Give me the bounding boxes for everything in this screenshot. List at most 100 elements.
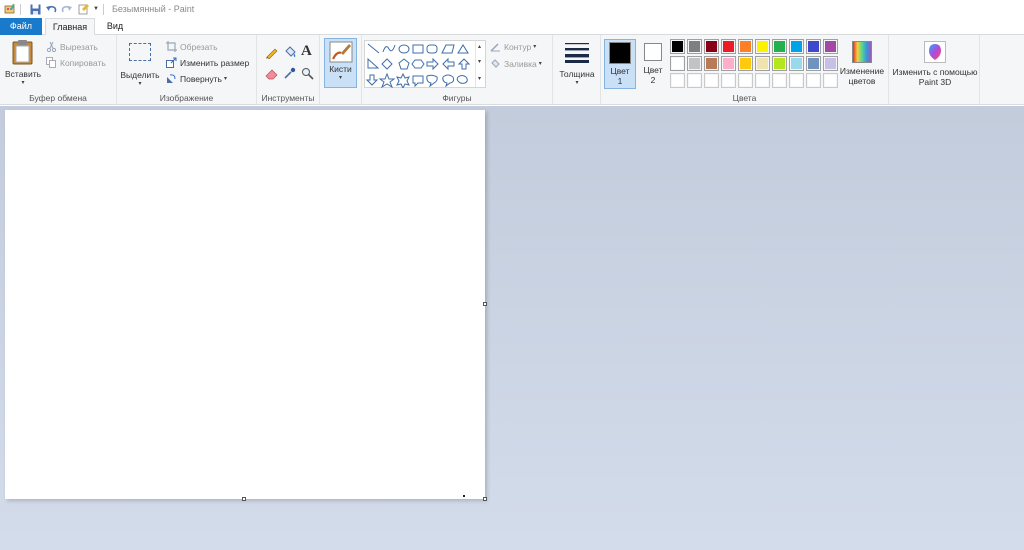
clipboard-group: Вставить ▾ Вырезать Копировать Буфер обм… [0, 35, 117, 105]
size-group: Толщина ▾ [553, 35, 601, 105]
palette-swatch[interactable] [738, 39, 753, 54]
fill-dropdown-icon[interactable]: ▾ [539, 60, 542, 67]
palette-swatch[interactable] [789, 56, 804, 71]
select-button[interactable]: Выделить ▾ [120, 39, 160, 91]
properties-icon[interactable] [77, 3, 89, 15]
shapes-scroll-down-icon[interactable]: ▾ [478, 58, 481, 65]
palette-swatch-color [723, 58, 734, 69]
palette-swatch[interactable] [789, 73, 804, 88]
brushes-button[interactable]: Кисти ▾ [324, 38, 357, 88]
palette-swatch[interactable] [687, 73, 702, 88]
select-dropdown-icon[interactable]: ▾ [120, 80, 160, 87]
palette-swatch[interactable] [687, 39, 702, 54]
outline-button[interactable]: Контур ▾ [490, 41, 536, 52]
tab-view[interactable]: Вид [100, 18, 130, 35]
shapes-scroll-up-icon[interactable]: ▴ [478, 43, 481, 50]
qat-customize-icon[interactable]: ▼ [93, 6, 99, 12]
fill-button[interactable]: Заливка ▾ [490, 58, 542, 69]
palette-swatch[interactable] [704, 56, 719, 71]
tab-home[interactable]: Главная [45, 18, 95, 36]
palette-swatch[interactable] [721, 39, 736, 54]
resize-handle-corner[interactable] [483, 497, 487, 501]
palette-swatch-color [740, 41, 751, 52]
drawing-canvas[interactable] [5, 110, 485, 499]
undo-icon[interactable] [45, 3, 57, 15]
eraser-icon[interactable] [265, 68, 279, 82]
palette-swatch[interactable] [823, 56, 838, 71]
palette-swatch[interactable] [772, 73, 787, 88]
palette-swatch[interactable] [687, 56, 702, 71]
brushes-dropdown-icon[interactable]: ▾ [325, 74, 356, 81]
image-group-label: Изображение [159, 93, 214, 103]
palette-swatch-color [757, 41, 768, 52]
palette-swatch-color [825, 58, 836, 69]
palette-swatch[interactable] [823, 39, 838, 54]
color2-label: Цвет [643, 65, 663, 75]
copy-button[interactable]: Копировать [46, 57, 106, 68]
magnifier-icon[interactable] [301, 67, 314, 82]
resize-handle-bottom[interactable] [242, 497, 246, 501]
shapes-scrollbar[interactable]: ▴ ▾ ▾ [475, 41, 485, 87]
edit-colors-button[interactable]: Изменение цветов [837, 39, 887, 86]
palette-swatch[interactable] [755, 73, 770, 88]
clipboard-group-label: Буфер обмена [29, 93, 87, 103]
color2-button[interactable]: Цвет 2 [637, 39, 669, 89]
palette-swatch[interactable] [755, 39, 770, 54]
fill-bucket-icon[interactable] [283, 45, 297, 61]
palette-swatch[interactable] [806, 56, 821, 71]
outline-icon [490, 43, 500, 52]
colors-group-label: Цвета [732, 93, 757, 103]
save-icon[interactable] [29, 3, 41, 15]
redo-icon[interactable] [61, 3, 73, 15]
palette-swatch-color [689, 41, 700, 52]
crop-button[interactable]: Обрезать [166, 41, 218, 52]
rotate-icon [167, 74, 176, 83]
palette-swatch[interactable] [670, 39, 685, 54]
window-title: Безымянный - Paint [111, 4, 195, 14]
brushes-label: Кисти [329, 64, 352, 74]
paste-dropdown-icon[interactable]: ▾ [4, 79, 42, 86]
outline-dropdown-icon[interactable]: ▾ [533, 43, 536, 50]
paste-button[interactable]: Вставить ▾ [4, 39, 42, 91]
palette-swatch[interactable] [806, 73, 821, 88]
palette-swatch[interactable] [704, 39, 719, 54]
palette-swatch-color [791, 41, 802, 52]
palette-swatch[interactable] [738, 56, 753, 71]
palette-swatch[interactable] [789, 39, 804, 54]
qat-separator [20, 3, 21, 15]
ribbon: Вставить ▾ Вырезать Копировать Буфер обм… [0, 35, 1024, 105]
crop-icon [166, 41, 177, 52]
tab-file[interactable]: Файл [0, 18, 42, 35]
palette-swatch[interactable] [755, 56, 770, 71]
text-tool-icon[interactable]: A [301, 43, 312, 60]
palette-swatch-color [808, 75, 819, 86]
palette-swatch[interactable] [806, 39, 821, 54]
palette-swatch-color [672, 58, 683, 69]
rotate-dropdown-icon[interactable]: ▾ [224, 75, 227, 82]
palette-swatch[interactable] [772, 56, 787, 71]
shapes-more-icon[interactable]: ▾ [478, 75, 481, 82]
rotate-button[interactable]: Повернуть ▾ [166, 73, 227, 84]
palette-swatch[interactable] [721, 73, 736, 88]
palette-swatch-color [706, 58, 717, 69]
palette-swatch[interactable] [670, 73, 685, 88]
resize-button[interactable]: Изменить размер [166, 57, 249, 68]
palette-swatch[interactable] [738, 73, 753, 88]
palette-swatch[interactable] [704, 73, 719, 88]
palette-swatch[interactable] [721, 56, 736, 71]
paint-app-icon[interactable] [4, 3, 16, 15]
color-picker-icon[interactable] [283, 67, 296, 82]
cut-button[interactable]: Вырезать [46, 41, 98, 52]
color1-button[interactable]: Цвет 1 [604, 39, 636, 89]
palette-swatch[interactable] [823, 73, 838, 88]
pencil-icon[interactable] [265, 46, 278, 61]
resize-handle-right[interactable] [483, 302, 487, 306]
palette-swatch[interactable] [670, 56, 685, 71]
select-label: Выделить [120, 70, 160, 80]
palette-swatch[interactable] [772, 39, 787, 54]
canvas-workspace [0, 106, 1024, 550]
edit-paint3d-button[interactable]: Изменить с помощью Paint 3D [892, 39, 978, 87]
size-button[interactable]: Толщина ▾ [557, 39, 597, 91]
size-dropdown-icon[interactable]: ▾ [557, 79, 597, 86]
palette-swatch-color [808, 58, 819, 69]
